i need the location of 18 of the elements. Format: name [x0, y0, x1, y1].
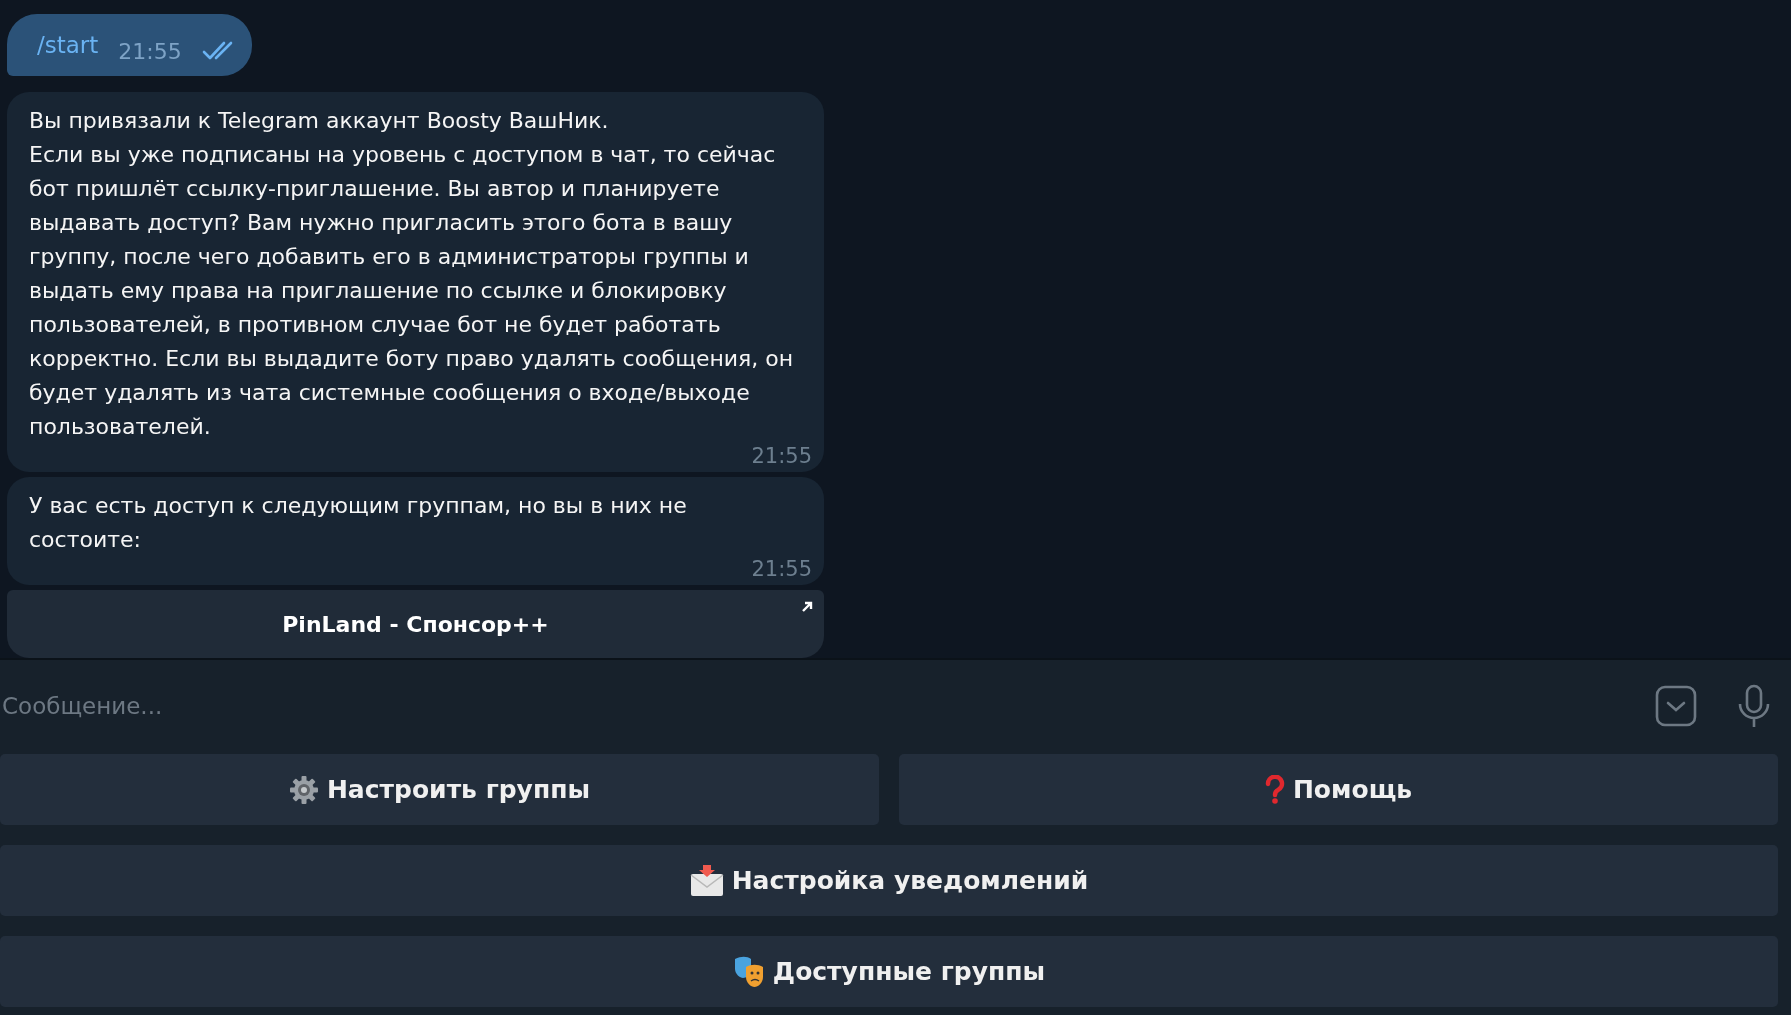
keyboard-button[interactable]: Настройка уведомлений	[0, 845, 1778, 916]
microphone-icon[interactable]	[1737, 684, 1771, 728]
keyboard-button[interactable]: Помощь	[899, 754, 1778, 825]
inline-link-button[interactable]: PinLand - Спонсор++	[7, 590, 824, 658]
message-time: 21:55	[751, 444, 812, 468]
question-mark-icon	[1264, 774, 1285, 805]
message-text: /start	[37, 32, 99, 58]
envelope-icon	[689, 864, 724, 897]
message-text: Вы привязали к Telegram аккаунт Boosty ВашНик. Если вы уже подписаны на уровень с доступом в чат, то сейчас бот пришлёт ссылку-приглашение. Вы автор и планируете выдавать доступ? Вам нужно пригласить этого бота в вашу группу, после чего добавить его в администраторы группы и выдать ему права на приглашение по ссылке и блокировку пользователей, в противном случае бот не будет работать корректно. Если вы выдадите боту право удалять сообщения, он будет удалять из чата системные сообщения о входе/выходе пользователей.	[29, 107, 795, 441]
message-time: 21:55	[751, 557, 812, 581]
keyboard-toggle-icon[interactable]	[1655, 685, 1697, 727]
keyboard-button[interactable]: Доступные группы	[0, 936, 1778, 1007]
external-arrow-icon	[800, 600, 814, 614]
keyboard-button[interactable]: Настроить группы	[0, 754, 879, 825]
theater-masks-icon	[732, 954, 765, 989]
gear-icon	[288, 774, 319, 805]
message-time: 21:55	[118, 39, 182, 64]
message-text: У вас есть доступ к следующим группам, но вы в них не состоите:	[29, 492, 688, 554]
